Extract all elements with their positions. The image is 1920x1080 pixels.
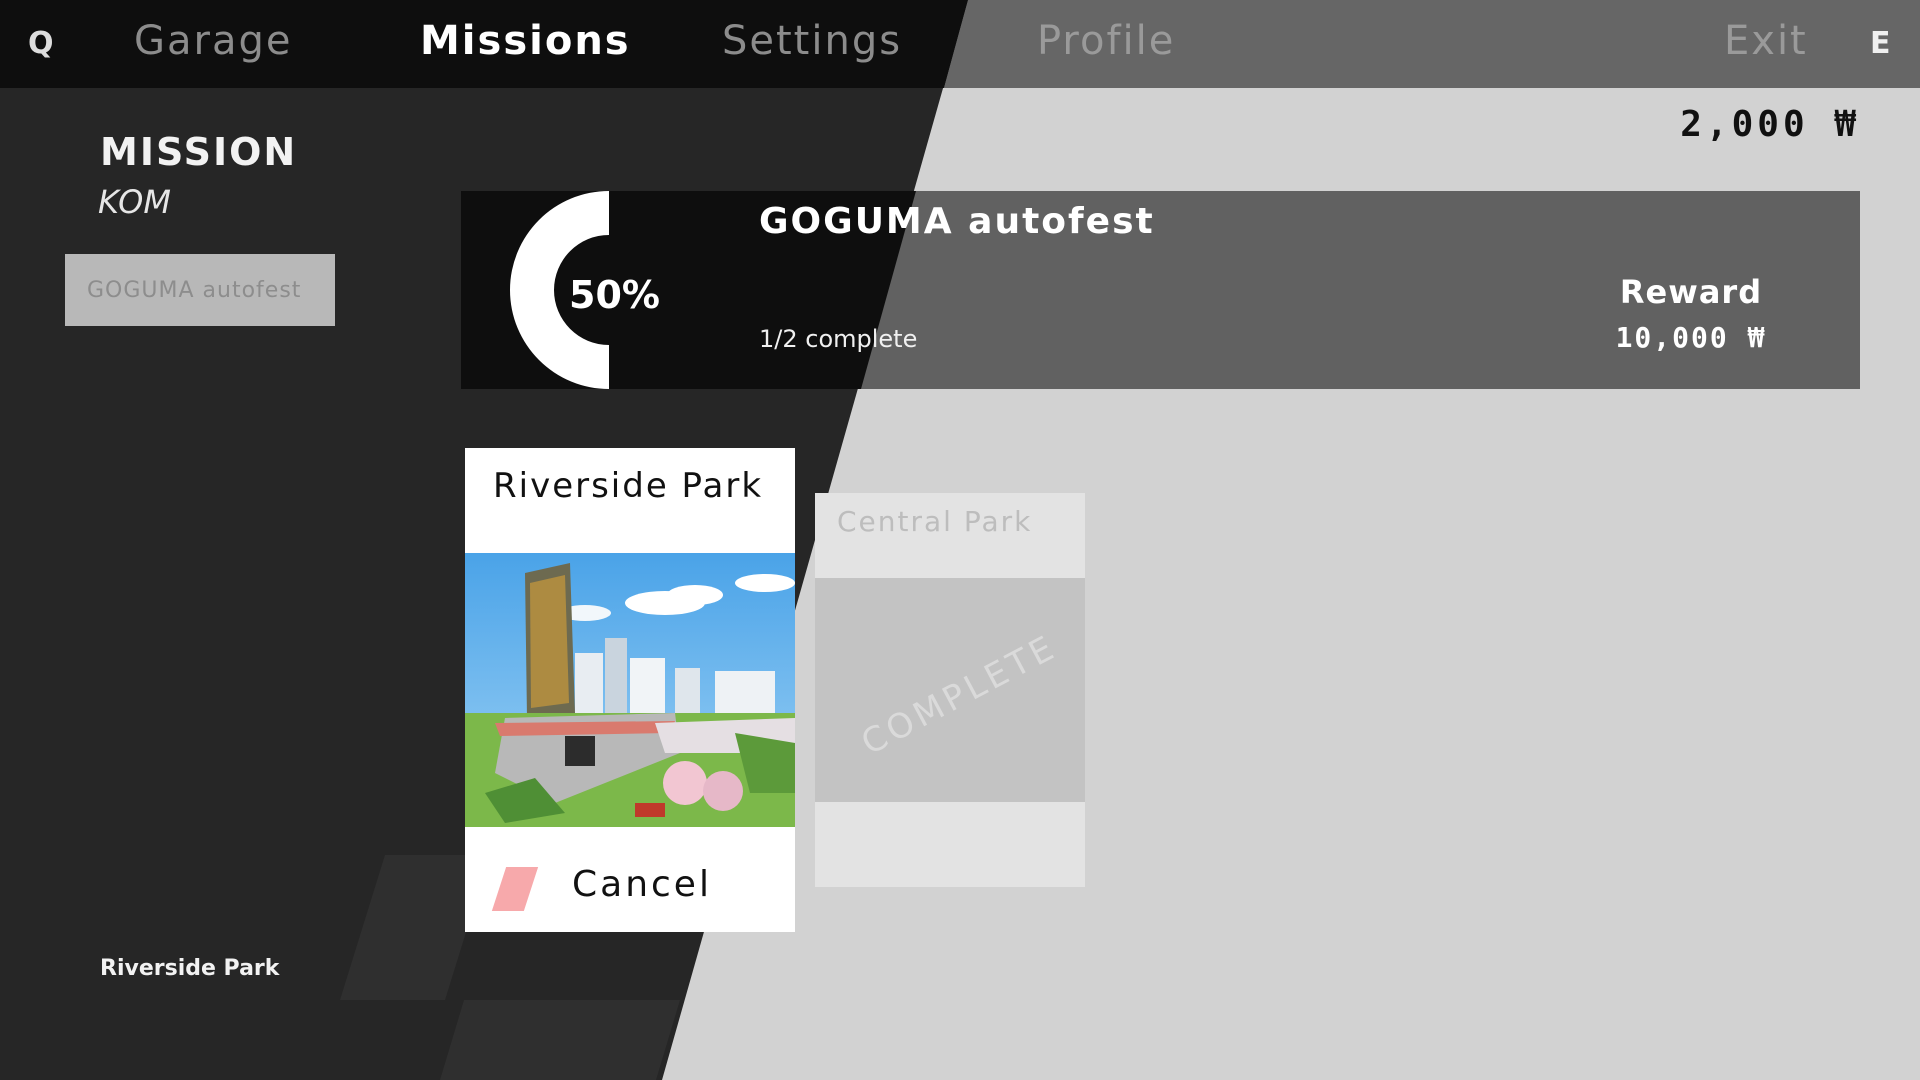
cancel-label: Cancel <box>572 864 712 905</box>
next-tab-key-hint: E <box>1870 26 1891 61</box>
mission-title: GOGUMA autofest <box>759 201 1155 242</box>
reward-label: Reward <box>1619 273 1763 311</box>
tab-garage[interactable]: Garage <box>134 18 292 64</box>
mission-category: KOM <box>98 183 171 221</box>
mission-summary-panel: 50% GOGUMA autofest 1/2 complete Reward … <box>461 191 1860 389</box>
current-location-label: Riverside Park <box>100 956 280 981</box>
decorative-tile <box>440 1000 680 1080</box>
cancel-button[interactable]: Cancel <box>465 827 795 932</box>
location-card-riverside-park[interactable]: Riverside Park Cancel <box>465 448 795 932</box>
location-preview-image-completed: COMPLETE <box>815 578 1085 802</box>
location-card-title: Riverside Park <box>493 466 764 506</box>
tab-profile[interactable]: Profile <box>1037 18 1175 64</box>
prev-tab-key-hint: Q <box>28 26 54 61</box>
mission-progress-text: 1/2 complete <box>759 325 918 353</box>
tab-settings[interactable]: Settings <box>722 18 902 64</box>
complete-stamp: COMPLETE <box>855 627 1064 764</box>
reward-value: 10,000 ₩ <box>1615 321 1767 354</box>
cancel-marker-icon <box>491 867 539 911</box>
location-preview-image <box>465 553 795 827</box>
wallet-balance: 2,000 ₩ <box>1680 104 1860 145</box>
tab-missions[interactable]: Missions <box>420 18 631 64</box>
location-card-title: Central Park <box>837 505 1033 538</box>
mission-heading: MISSION <box>100 130 298 174</box>
sidebar-item-goguma-autofest[interactable]: GOGUMA autofest <box>65 254 335 326</box>
progress-percent: 50% <box>569 273 660 317</box>
exit-button[interactable]: Exit <box>1724 18 1808 64</box>
location-card-central-park[interactable]: Central Park COMPLETE <box>815 493 1085 887</box>
